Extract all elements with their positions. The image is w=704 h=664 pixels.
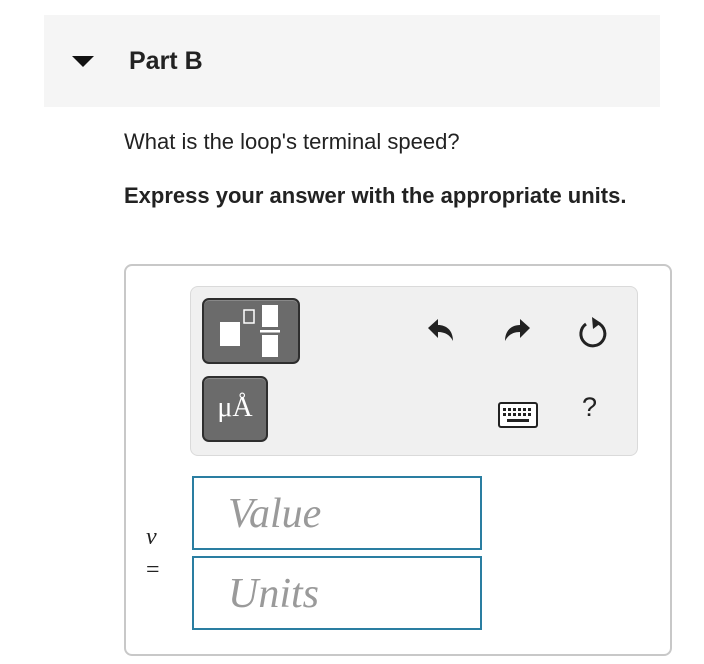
value-input[interactable]: Value: [192, 476, 482, 550]
caret-down-icon[interactable]: [72, 56, 94, 67]
templates-button[interactable]: [202, 298, 300, 364]
keyboard-icon[interactable]: [498, 402, 538, 428]
question-text: What is the loop's terminal speed?: [124, 129, 460, 154]
part-title: Part B: [129, 47, 203, 75]
undo-icon[interactable]: [424, 314, 458, 348]
reset-icon[interactable]: [574, 314, 612, 352]
equals-sign: =: [146, 557, 160, 583]
answer-variable: v: [146, 524, 157, 550]
instruction-text: Express your answer with the appropriate…: [124, 183, 627, 208]
help-button[interactable]: ?: [582, 392, 597, 423]
units-input[interactable]: Units: [192, 556, 482, 630]
value-placeholder: Value: [228, 491, 322, 537]
units-placeholder: Units: [228, 571, 320, 617]
units-button[interactable]: μÅ: [202, 376, 268, 442]
redo-icon[interactable]: [500, 314, 534, 348]
part-header[interactable]: Part B: [44, 15, 660, 107]
templates-icon: [220, 305, 280, 357]
units-button-label: μÅ: [217, 392, 253, 423]
